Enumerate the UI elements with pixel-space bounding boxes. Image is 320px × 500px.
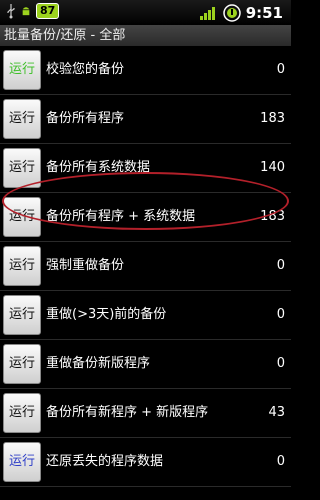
run-button[interactable]: 运行 [3, 99, 41, 139]
row-label: 重做(>3天)前的备份 [46, 307, 167, 322]
usb-icon [7, 4, 15, 19]
row-count: 0 [276, 258, 285, 273]
row-count: 0 [276, 307, 285, 322]
run-button[interactable]: 运行 [3, 246, 41, 286]
status-right: 9:51 [199, 3, 283, 23]
row-label: 备份所有程序 [46, 111, 125, 126]
run-button[interactable]: 运行 [3, 197, 41, 237]
row-label: 备份所有新程序 + 新版程序 [46, 405, 209, 420]
status-bar: 87 9:51 [0, 0, 291, 25]
run-button[interactable]: 运行 [3, 393, 41, 433]
row-count: 0 [276, 454, 285, 469]
list-item-backup-system-data: 运行 备份所有系统数据 140 [0, 144, 291, 193]
run-button[interactable]: 运行 [3, 50, 41, 90]
battery-badge: 87 [36, 3, 60, 19]
list-item-redo-old-backups: 运行 重做(>3天)前的备份 0 [0, 291, 291, 340]
row-label: 校验您的备份 [46, 62, 125, 77]
run-button[interactable]: 运行 [3, 344, 41, 384]
list-item-force-redo-backup: 运行 强制重做备份 0 [0, 242, 291, 291]
clock: 9:51 [245, 4, 283, 22]
row-count: 43 [268, 405, 285, 420]
status-left: 87 [6, 3, 60, 19]
row-label: 备份所有系统数据 [46, 160, 151, 175]
list-item-restore-missing-data: 运行 还原丢失的程序数据 0 [0, 438, 291, 487]
list-item-backup-new-and-updated: 运行 备份所有新程序 + 新版程序 43 [0, 389, 291, 438]
list-item-backup-apps-and-system: 运行 备份所有程序 + 系统数据 183 [0, 193, 291, 242]
page-title: 批量备份/还原 - 全部 [0, 25, 291, 46]
row-count: 0 [276, 62, 285, 77]
run-button[interactable]: 运行 [3, 442, 41, 482]
row-count: 0 [276, 356, 285, 371]
row-label: 备份所有程序 + 系统数据 [46, 209, 196, 224]
list-item-verify-backup: 运行 校验您的备份 0 [0, 46, 291, 95]
row-label: 重做备份新版程序 [46, 356, 151, 371]
row-count: 183 [260, 111, 285, 126]
row-label: 强制重做备份 [46, 258, 125, 273]
batch-action-list: 运行 校验您的备份 0 运行 备份所有程序 183 运行 备份所有系统数据 14… [0, 46, 291, 487]
row-count: 183 [260, 209, 285, 224]
row-label: 还原丢失的程序数据 [46, 454, 164, 469]
list-item-redo-new-versions: 运行 重做备份新版程序 0 [0, 340, 291, 389]
row-count: 140 [260, 160, 285, 175]
circle-dial-icon [222, 4, 241, 22]
android-icon [22, 7, 30, 16]
run-button[interactable]: 运行 [3, 295, 41, 335]
signal-icon [199, 7, 215, 20]
list-item-backup-all-apps: 运行 备份所有程序 183 [0, 95, 291, 144]
run-button[interactable]: 运行 [3, 148, 41, 188]
